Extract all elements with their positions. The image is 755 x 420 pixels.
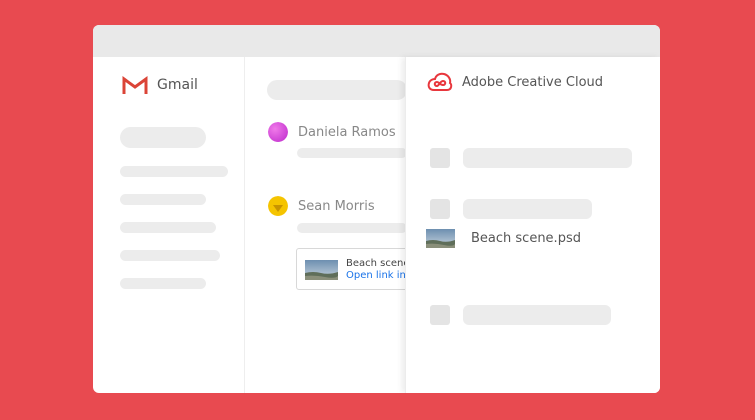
gmail-m-icon[interactable]: [122, 76, 148, 95]
sidebar-compose-placeholder: [120, 127, 206, 148]
file-icon-placeholder: [430, 199, 450, 219]
creative-cloud-panel: Adobe Creative Cloud Beach scene.psd: [405, 57, 660, 393]
window-titlebar: [93, 25, 660, 57]
email-sender[interactable]: Sean Morris: [298, 199, 375, 214]
beach-file-thumbnail-image[interactable]: [426, 229, 455, 248]
creative-cloud-title: Adobe Creative Cloud: [462, 75, 604, 90]
search-bar-placeholder[interactable]: [267, 80, 407, 100]
open-link-button[interactable]: Open link in A: [346, 270, 413, 281]
file-name-placeholder: [463, 305, 611, 325]
file-icon-placeholder: [430, 148, 450, 168]
sidebar-item-placeholder: [120, 250, 220, 261]
avatar-yellow-icon: [268, 196, 288, 216]
email-preview-placeholder: [297, 223, 407, 233]
creative-cloud-icon: [427, 72, 453, 91]
attachment-card[interactable]: Beach scene. Open link in A: [296, 248, 414, 290]
sidebar-item-placeholder: [120, 278, 206, 289]
file-icon-placeholder: [430, 305, 450, 325]
attachment-name: Beach scene.: [346, 258, 413, 269]
avatar-pink-icon: [268, 122, 288, 142]
sidebar-item-placeholder: [120, 194, 206, 205]
beach-thumbnail-image: [305, 260, 338, 280]
app-window: Gmail Daniela Ramos Sean Morris Beach sc…: [93, 25, 660, 393]
email-sender[interactable]: Daniela Ramos: [298, 125, 396, 140]
file-name-placeholder: [463, 199, 592, 219]
sidebar-item-placeholder: [120, 222, 216, 233]
sidebar-item-placeholder: [120, 166, 228, 177]
email-preview-placeholder: [297, 148, 407, 158]
gmail-label[interactable]: Gmail: [157, 77, 198, 93]
file-item-beach-scene[interactable]: Beach scene.psd: [471, 231, 581, 246]
file-name-placeholder: [463, 148, 632, 168]
